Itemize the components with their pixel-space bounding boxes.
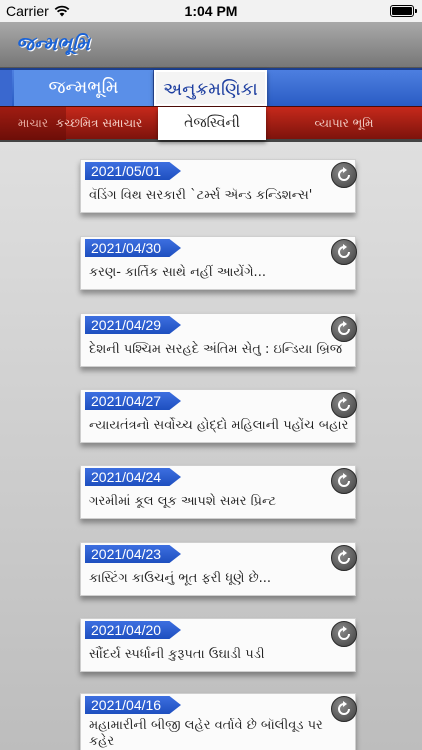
article-title[interactable]: દેશની પશ્ચિમ સરહદે અંતિમ સેતુ : ઇન્ડિયા … [89,341,349,359]
article-date: 2021/04/16 [85,696,181,714]
refresh-icon[interactable] [331,162,357,188]
refresh-icon[interactable] [331,696,357,722]
article-card[interactable]: 2021/04/16 મહામારીની બીજી લહેર વર્તાવે છ… [80,693,357,750]
article-date: 2021/04/30 [85,239,181,257]
refresh-icon[interactable] [331,621,357,647]
refresh-icon[interactable] [331,468,357,494]
article-date: 2021/04/27 [85,392,181,410]
refresh-icon[interactable] [331,545,357,571]
article-title[interactable]: કરણ- કાર્તિક સાથે નહીં આયેંગે... [89,264,349,282]
refresh-icon[interactable] [331,316,357,342]
article-date: 2021/05/01 [85,162,181,180]
article-card[interactable]: 2021/04/20 સૌંદર્ય સ્પર્ધાની કુરૂપતા ઉઘા… [80,618,357,672]
tab-vyapar-bhoomi[interactable]: વ્યાપાર ભૂમિ [266,107,422,140]
status-bar: Carrier 1:04 PM [0,0,422,22]
article-card[interactable]: 2021/04/23 કાસ્ટિંગ કાઉચનું ભૂત ફરી ધૂણે… [80,542,357,596]
tab-kutchmitra-samachar[interactable]: કચ્છમિત્ર સમાચાર [40,107,158,140]
article-title[interactable]: સૌંદર્ય સ્પર્ધાની કુરૂપતા ઉઘાડી પડી [89,646,349,664]
article-date: 2021/04/29 [85,316,181,334]
article-date: 2021/04/23 [85,545,181,563]
article-card[interactable]: 2021/04/30 કરણ- કાર્તિક સાથે નહીં આયેંગે… [80,236,357,290]
article-title[interactable]: મહામારીની બીજી લહેર વર્તાવે છે બૉલીવૂડ પ… [89,718,349,750]
article-title[interactable]: વૅડિંગ વિથ સરકારી `ટર્મ્સ ઍન્ડ કન્ડિશન્સ… [89,187,349,205]
tab-anukramanika[interactable]: અનુક્રમણિકા [154,70,267,106]
clock: 1:04 PM [184,3,238,19]
article-card[interactable]: 2021/05/01 વૅડિંગ વિથ સરકારી `ટર્મ્સ ઍન્… [80,159,357,213]
refresh-icon[interactable] [331,239,357,265]
tab-janmabhoomi[interactable]: જન્મભૂમિ [14,70,154,106]
article-card[interactable]: 2021/04/24 ગરમીમાં કૂલ લૂક આપશે સમર પ્રિ… [80,465,357,519]
app-logo[interactable]: જન્મભૂમિ [12,31,94,57]
article-date: 2021/04/24 [85,468,181,486]
article-title[interactable]: ગરમીમાં કૂલ લૂક આપશે સમર પ્રિન્ટ [89,493,349,511]
secondary-tab-bar: માચાર કચ્છમિત્ર સમાચાર તેજસ્વિની વ્યાપાર… [0,106,422,142]
primary-tab-bar: જન્મભૂમિ અનુક્રમણિકા [0,68,422,106]
refresh-icon[interactable] [331,392,357,418]
tab-tejasvini[interactable]: તેજસ્વિની [158,107,266,140]
article-card[interactable]: 2021/04/27 ન્યાયતંત્રનો સર્વોચ્ચ હોદ્દો … [80,389,357,443]
article-title[interactable]: કાસ્ટિંગ કાઉચનું ભૂત ફરી ધૂણે છે... [89,570,349,588]
tab-previous-edge[interactable] [0,70,12,106]
article-card[interactable]: 2021/04/29 દેશની પશ્ચિમ સરહદે અંતિમ સેતુ… [80,313,357,367]
article-date: 2021/04/20 [85,621,181,639]
app-header: જન્મભૂમિ [0,22,422,68]
article-title[interactable]: ન્યાયતંત્રનો સર્વોચ્ચ હોદ્દો મહિલાની પહો… [89,417,349,435]
battery-icon [390,5,417,17]
